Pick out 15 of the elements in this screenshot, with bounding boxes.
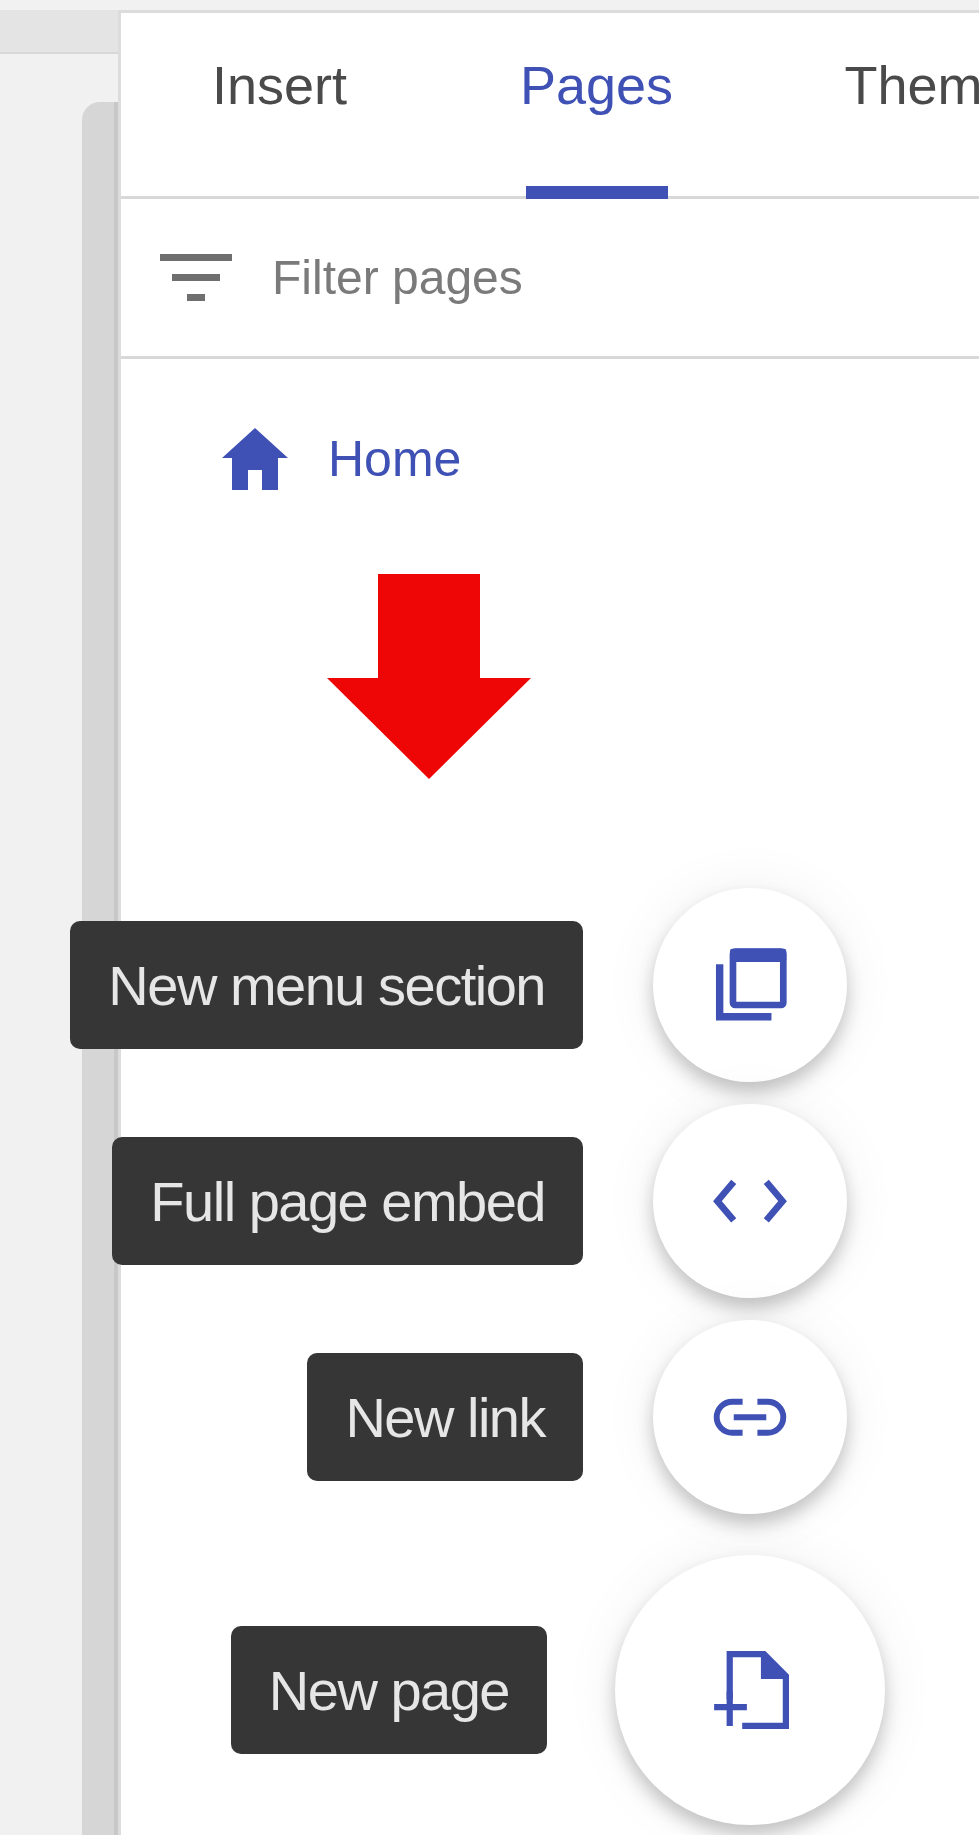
add-page-icon (711, 1651, 789, 1729)
stacked-windows-icon (713, 948, 787, 1022)
down-arrow-icon (327, 574, 531, 779)
tooltip: Full page embed (112, 1137, 583, 1265)
tooltip: New page (230, 1626, 547, 1754)
home-icon (222, 428, 288, 490)
filter-icon[interactable] (160, 253, 232, 302)
tooltip: New menu section (70, 921, 583, 1049)
filter-field[interactable]: Filter pages (272, 250, 772, 305)
tab[interactable]: Insert (121, 13, 438, 199)
tooltip: New link (307, 1353, 583, 1481)
code-icon (713, 1178, 787, 1224)
tab[interactable]: Them (755, 13, 979, 199)
page-link[interactable]: Home (328, 430, 462, 488)
link-icon (713, 1397, 787, 1437)
